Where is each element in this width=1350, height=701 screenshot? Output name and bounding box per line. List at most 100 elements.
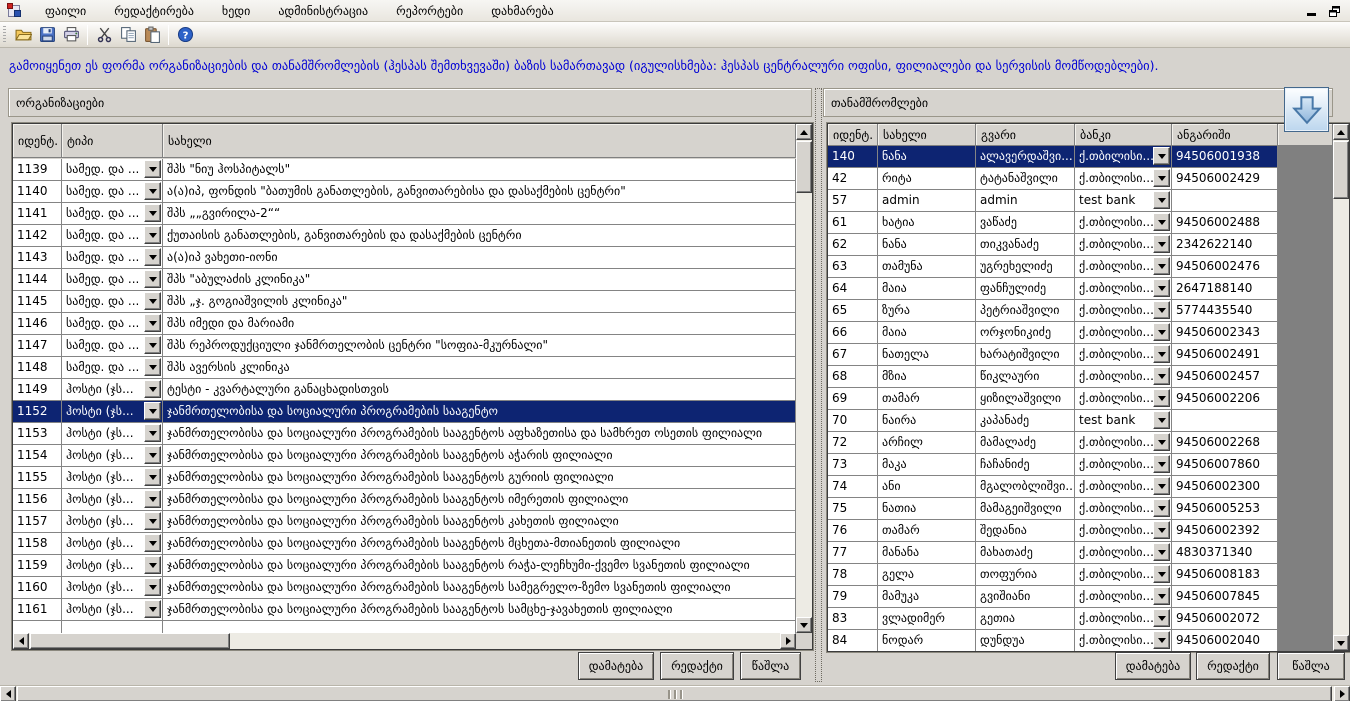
cell-dropdown-button[interactable] (144, 270, 161, 288)
org-table-row[interactable]: 1160ჰოსტი (ჯს...ჯანმრთელობისა და სოციალუ… (13, 577, 796, 599)
org-table-row[interactable]: 1140სამედ. და ...ა(ა)იპ, ფონდის "ბათუმის… (13, 181, 796, 203)
cell-dropdown-button[interactable] (144, 490, 161, 508)
emp-delete-button[interactable]: წაშლა (1277, 652, 1345, 680)
emp-table-row[interactable]: 64მაიაფანჩულიძექ.თბილისი...2647188140 (828, 278, 1333, 300)
emp-edit-button[interactable]: რედაქტი (1196, 652, 1270, 680)
emp-add-button[interactable]: დამატება (1115, 652, 1191, 680)
cell-dropdown-button[interactable] (144, 402, 161, 420)
help-button[interactable]: ? (173, 24, 197, 46)
emp-table-row[interactable]: 70ნაირაკაპანაძეtest bank (828, 410, 1333, 432)
emp-table-row[interactable]: 72არჩილმამალაძექ.თბილისი...94506002268 (828, 432, 1333, 454)
org-table-row[interactable]: 1154ჰოსტი (ჯს...ჯანმრთელობისა და სოციალუ… (13, 445, 796, 467)
cell-dropdown-button[interactable] (144, 556, 161, 574)
cell-dropdown-button[interactable] (1153, 433, 1170, 451)
column-header-id[interactable]: იდენტ. (828, 124, 878, 146)
employees-vertical-scrollbar[interactable] (1333, 124, 1349, 651)
organizations-horizontal-scrollbar[interactable] (13, 633, 796, 649)
org-table-row[interactable]: 1153ჰოსტი (ჯს...ჯანმრთელობისა და სოციალუ… (13, 423, 796, 445)
copy-button[interactable] (116, 24, 140, 46)
cell-dropdown-button[interactable] (144, 468, 161, 486)
scroll-right-button[interactable] (1334, 686, 1350, 701)
emp-table-row[interactable]: 73მაკაჩაჩანიძექ.თბილისი...94506007860 (828, 454, 1333, 476)
emp-table-row[interactable]: 67ნათელახარატიშვილიქ.თბილისი...945060024… (828, 344, 1333, 366)
org-table-row[interactable]: 1155ჰოსტი (ჯს...ჯანმრთელობისა და სოციალუ… (13, 467, 796, 489)
cell-dropdown-button[interactable] (144, 358, 161, 376)
cell-dropdown-button[interactable] (1153, 609, 1170, 627)
cell-dropdown-button[interactable] (144, 578, 161, 596)
cell-dropdown-button[interactable] (1153, 389, 1170, 407)
cell-dropdown-button[interactable] (1153, 411, 1170, 429)
scrollbar-thumb[interactable] (796, 141, 812, 193)
cell-dropdown-button[interactable] (144, 512, 161, 530)
scroll-down-button[interactable] (796, 617, 812, 633)
org-table-row[interactable]: 1142სამედ. და ...ქუთაისის განათლების, გა… (13, 225, 796, 247)
cell-dropdown-button[interactable] (1153, 213, 1170, 231)
org-table-row[interactable]: 1159ჰოსტი (ჯს...ჯანმრთელობისა და სოციალუ… (13, 555, 796, 577)
organizations-vertical-scrollbar[interactable] (796, 124, 812, 633)
minimize-button[interactable] (1302, 3, 1320, 18)
cell-dropdown-button[interactable] (144, 292, 161, 310)
emp-table-row[interactable]: 63თამუნაუგრეხელიძექ.თბილისი...9450600247… (828, 256, 1333, 278)
emp-table-row[interactable]: 78გელათოფურიაქ.თბილისი...94506008183 (828, 564, 1333, 586)
scrollbar-thumb[interactable] (1333, 141, 1349, 199)
cell-dropdown-button[interactable] (1153, 345, 1170, 363)
scrollbar-grip[interactable] (668, 690, 684, 699)
emp-table-row[interactable]: 76თამარშედანიაქ.თბილისი...94506002392 (828, 520, 1333, 542)
window-horizontal-scrollbar[interactable] (0, 685, 1350, 701)
org-table-row[interactable]: 1146სამედ. და ...შპს იმედი და მარიამი (13, 313, 796, 335)
cell-dropdown-button[interactable] (1153, 191, 1170, 209)
org-table-row[interactable]: 1158ჰოსტი (ჯს...ჯანმრთელობისა და სოციალუ… (13, 533, 796, 555)
print-button[interactable] (59, 24, 83, 46)
emp-table-row[interactable]: 42რიტატატანაშვილიქ.თბილისი...94506002429 (828, 168, 1333, 190)
cell-dropdown-button[interactable] (144, 314, 161, 332)
emp-table-row[interactable]: 66მაიაორჯონიკიძექ.თბილისი...94506002343 (828, 322, 1333, 344)
emp-table-row[interactable]: 140ნანაალავერდაშვი...ქ.თბილისი...9450600… (828, 146, 1333, 168)
org-table-row[interactable]: 1161ჰოსტი (ჯს...ჯანმრთელობისა და სოციალუ… (13, 599, 796, 621)
scroll-down-button[interactable] (1333, 635, 1349, 651)
cell-dropdown-button[interactable] (144, 248, 161, 266)
scroll-left-button[interactable] (0, 686, 16, 701)
column-header-name[interactable]: სახელი (163, 124, 796, 158)
cell-dropdown-button[interactable] (1153, 499, 1170, 517)
open-button[interactable] (11, 24, 35, 46)
menu-file[interactable]: ფაილი (31, 1, 100, 21)
cell-dropdown-button[interactable] (1153, 235, 1170, 253)
org-table-row[interactable]: 1139სამედ. და ...შპს "ნიუ ჰოსპიტალს" (13, 159, 796, 181)
emp-table-row[interactable]: 75ნათიამამაგეიშვილიქ.თბილისი...945060052… (828, 498, 1333, 520)
cell-dropdown-button[interactable] (1153, 631, 1170, 649)
cell-dropdown-button[interactable] (144, 182, 161, 200)
scroll-right-button[interactable] (780, 633, 796, 649)
menu-view[interactable]: ხედი (208, 1, 264, 21)
org-table-row[interactable]: 1148სამედ. და ...შპს ავერსის კლინიკა (13, 357, 796, 379)
org-table-row[interactable]: 1143სამედ. და ...ა(ა)იპ ვახეთი-იონი (13, 247, 796, 269)
restore-button[interactable] (1326, 3, 1344, 18)
column-header-last-name[interactable]: გვარი (976, 124, 1075, 146)
paste-button[interactable] (140, 24, 164, 46)
cell-dropdown-button[interactable] (1153, 279, 1170, 297)
column-header-id[interactable]: იდენტ. (13, 124, 62, 158)
org-table-row[interactable]: 1145სამედ. და ...შპს „ჯ. გოგიაშვილის კლი… (13, 291, 796, 313)
column-header-type[interactable]: ტიპი (62, 124, 163, 158)
org-table-row[interactable]: 1152ჰოსტი (ჯს...ჯანმრთელობისა და სოციალუ… (13, 401, 796, 423)
emp-table-row[interactable]: 79მამუკაგვიშიანიქ.თბილისი...94506007845 (828, 586, 1333, 608)
menu-edit[interactable]: რედაქტირება (100, 1, 208, 21)
cell-dropdown-button[interactable] (1153, 323, 1170, 341)
cell-dropdown-button[interactable] (144, 336, 161, 354)
cell-dropdown-button[interactable] (1153, 587, 1170, 605)
cell-dropdown-button[interactable] (1153, 543, 1170, 561)
menu-reports[interactable]: რეპორტები (382, 1, 477, 21)
emp-table-row[interactable]: 83ვლადიმერგეთიაქ.თბილისი...94506002072 (828, 608, 1333, 630)
scrollbar-thumb[interactable] (17, 686, 1332, 701)
org-edit-button[interactable]: რედაქტი (660, 652, 734, 680)
menu-administration[interactable]: ადმინისტრაცია (264, 1, 382, 21)
emp-table-row[interactable]: 57adminadmintest bank (828, 190, 1333, 212)
cell-dropdown-button[interactable] (144, 380, 161, 398)
save-button[interactable] (35, 24, 59, 46)
cell-dropdown-button[interactable] (1153, 169, 1170, 187)
emp-table-row[interactable]: 69თამარყიზილაშვილიქ.თბილისი...9450600220… (828, 388, 1333, 410)
column-header-account[interactable]: ანგარიში (1172, 124, 1278, 146)
emp-table-row[interactable]: 77მანანამახათაძექ.თბილისი...4830371340 (828, 542, 1333, 564)
emp-table-row[interactable]: 61ხატიავაწაძექ.თბილისი...94506002488 (828, 212, 1333, 234)
scroll-up-button[interactable] (796, 124, 812, 140)
emp-table-row[interactable]: 68მზიაწიკლაურიქ.თბილისი...94506002457 (828, 366, 1333, 388)
